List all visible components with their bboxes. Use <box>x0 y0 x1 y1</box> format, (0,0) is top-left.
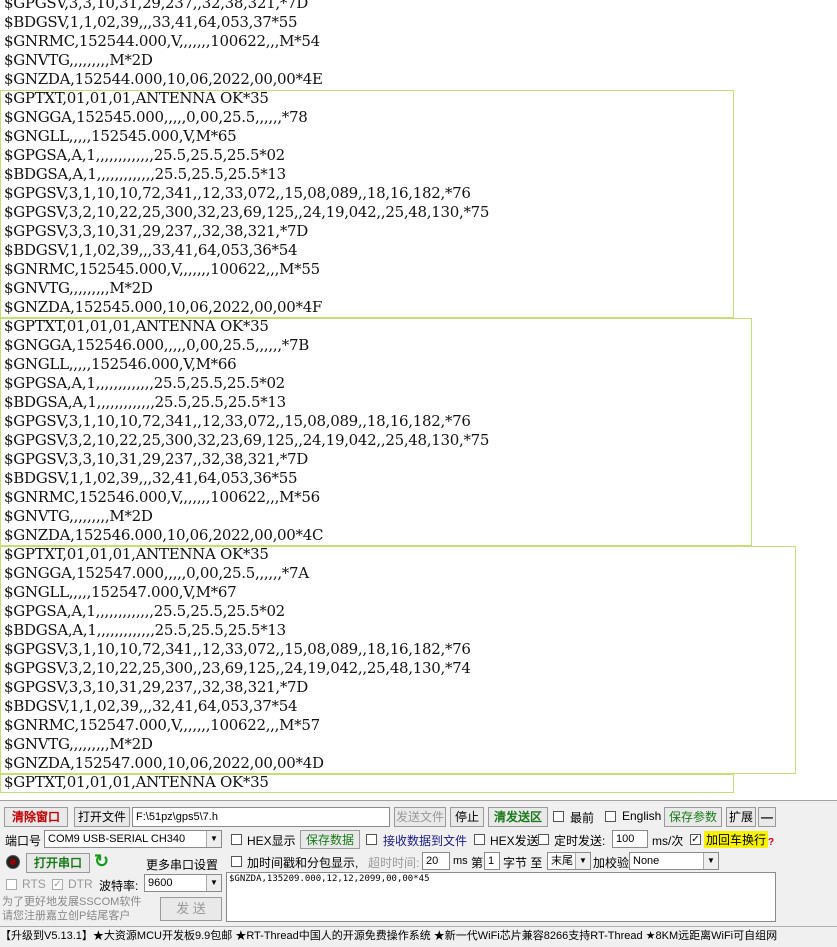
highlight-block <box>0 546 796 774</box>
timestamp-label: 加时间戳和分包显示, <box>247 856 359 870</box>
byte-to-select[interactable]: 末尾 ▼ <box>547 852 591 870</box>
port-select-value: COM9 USB-SERIAL CH340 <box>48 833 186 845</box>
baud-value: 9600 <box>148 877 173 889</box>
log-line: $GNVTG,,,,,,,,,M*2D <box>4 51 153 69</box>
topmost-label: 最前 <box>570 811 595 825</box>
send-file-button[interactable]: 发送文件 <box>394 807 446 827</box>
byte-prefix-label: 第 <box>471 856 484 870</box>
hex-display-checkbox[interactable] <box>231 834 242 845</box>
baud-label: 波特率: <box>99 879 139 893</box>
rts-checkbox[interactable] <box>6 879 17 890</box>
add-crlf-label: 加回车换行 <box>704 831 769 848</box>
file-path-input[interactable]: F:\51pz\gps5\7.h <box>132 807 390 827</box>
checksum-value: None <box>633 855 660 867</box>
promo-text[interactable]: 为了更好地发展SSCOM软件 请您注册嘉立创P结尾客户 <box>2 895 141 923</box>
timeout-label: 超时时间: <box>368 856 420 870</box>
hex-send-label: HEX发送 <box>490 834 539 848</box>
log-line: $GNZDA,152544.000,10,06,2022,00,00*4E <box>4 70 323 88</box>
dtr-label: DTR <box>68 877 93 891</box>
refresh-icon[interactable]: ↻ <box>94 851 109 872</box>
hex-send-checkbox[interactable] <box>474 834 485 845</box>
byte-from-input[interactable]: 1 <box>484 852 500 870</box>
send-text: $GNZDA,135209.000,12,12,2099,00,00*45 <box>229 874 430 884</box>
collapse-button[interactable]: — <box>758 807 776 827</box>
log-line: $BDGSV,1,1,02,39,,,33,41,64,053,37*55 <box>4 13 298 31</box>
recv-to-file-label: 接收数据到文件 <box>383 834 468 848</box>
open-file-button[interactable]: 打开文件 <box>74 807 130 827</box>
stop-button[interactable]: 停止 <box>450 807 484 827</box>
port-status-indicator-icon <box>6 855 20 869</box>
expand-button[interactable]: 扩展 <box>726 807 756 827</box>
timestamp-checkbox[interactable] <box>231 856 242 867</box>
send-button[interactable]: 发 送 <box>160 897 222 921</box>
byte-to-value: 末尾 <box>551 855 573 867</box>
highlight-block <box>0 90 734 318</box>
checksum-label: 加校验 <box>593 856 630 870</box>
log-line: $GNRMC,152544.000,V,,,,,,,100622,,,M*54 <box>4 32 320 50</box>
timed-send-checkbox[interactable] <box>538 834 549 845</box>
chevron-down-icon: ▼ <box>575 853 590 869</box>
clear-send-area-button[interactable]: 清发送区 <box>488 807 548 827</box>
english-checkbox[interactable] <box>605 811 616 822</box>
rts-label: RTS <box>22 877 46 891</box>
highlight-block <box>0 774 734 793</box>
hex-display-label: HEX显示 <box>247 834 296 848</box>
save-data-button[interactable]: 保存数据 <box>300 830 360 849</box>
status-bar-text[interactable]: 【升级到V5.13.1】★大资源MCU开发板9.9包邮 ★RT-Thread中国… <box>0 930 777 942</box>
dtr-checkbox[interactable]: ✓ <box>52 879 63 890</box>
timeout-unit-label: ms <box>453 855 468 867</box>
interval-unit-label: ms/次 <box>652 834 684 848</box>
receive-log-area[interactable]: $GPGSV,3,3,10,31,29,237,,32,38,321,*7D $B… <box>0 0 837 800</box>
chevron-down-icon: ▼ <box>206 831 221 847</box>
english-label: English <box>622 809 662 823</box>
baud-select[interactable]: 9600 ▼ <box>144 874 222 892</box>
chevron-down-icon: ▼ <box>206 875 221 891</box>
help-icon[interactable]: ? <box>768 837 774 848</box>
save-params-button[interactable]: 保存参数 <box>664 807 722 827</box>
interval-input[interactable]: 100 <box>612 830 648 848</box>
topmost-checkbox[interactable] <box>553 811 564 822</box>
status-bar: 【升级到V5.13.1】★大资源MCU开发板9.9包邮 ★RT-Thread中国… <box>0 926 837 947</box>
timeout-input[interactable]: 20 <box>422 852 450 870</box>
checksum-select[interactable]: None ▼ <box>629 852 719 870</box>
log-line: $GPGSV,3,3,10,31,29,237,,32,38,321,*7D <box>4 0 308 12</box>
add-crlf-checkbox[interactable]: ✓ <box>690 834 701 845</box>
recv-to-file-checkbox[interactable] <box>366 834 377 845</box>
highlight-block <box>0 318 752 546</box>
timed-send-label: 定时发送: <box>554 834 606 848</box>
send-textarea[interactable]: $GNZDA,135209.000,12,12,2099,00,00*45 <box>226 872 776 922</box>
open-port-button[interactable]: 打开串口 <box>26 853 90 873</box>
clear-window-button[interactable]: 清除窗口 <box>4 807 68 827</box>
port-select[interactable]: COM9 USB-SERIAL CH340 ▼ <box>44 830 222 848</box>
byte-mid-label: 字节 至 <box>503 856 543 870</box>
control-panel: 清除窗口 打开文件 F:\51pz\gps5\7.h 发送文件 停止 清发送区 … <box>0 800 837 927</box>
port-label: 端口号 <box>5 834 42 848</box>
chevron-down-icon: ▼ <box>703 853 718 869</box>
more-settings-link[interactable]: 更多串口设置 <box>146 856 218 873</box>
